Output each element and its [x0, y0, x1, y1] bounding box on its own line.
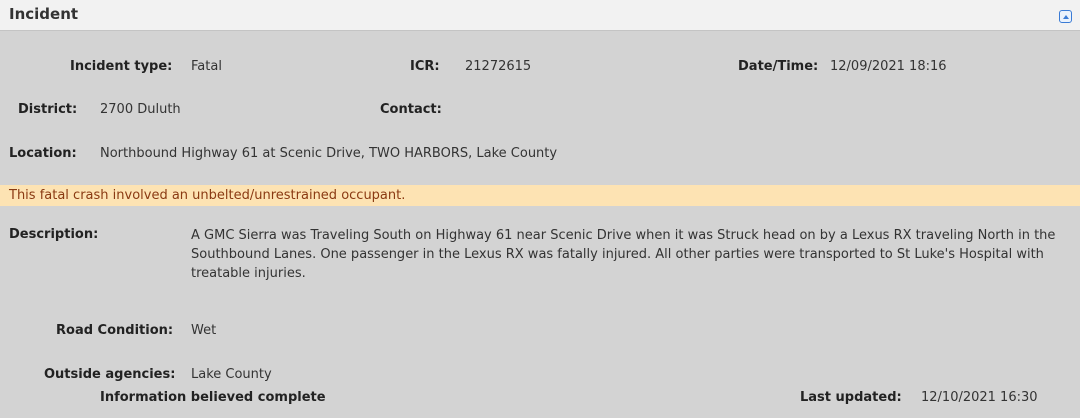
district-value: 2700 Duluth [100, 102, 181, 117]
district-label: District: [18, 102, 78, 117]
datetime-label: Date/Time: [738, 59, 819, 74]
incident-panel: Incident Incident type: Fatal ICR: 21272… [0, 0, 1080, 418]
road-condition-label: Road Condition: [56, 323, 174, 338]
description-label: Description: [9, 227, 99, 242]
icr-value: 21272615 [465, 59, 532, 74]
chevron-up-icon[interactable] [1059, 10, 1072, 23]
location-value: Northbound Highway 61 at Scenic Drive, T… [100, 146, 558, 161]
incident-type-value: Fatal [191, 59, 222, 74]
panel-header: Incident [0, 0, 1080, 31]
description-value: A GMC Sierra was Traveling South on High… [191, 228, 1056, 281]
road-condition-value: Wet [191, 323, 217, 338]
icr-label: ICR: [410, 59, 440, 74]
outside-agencies-label: Outside agencies: [44, 367, 176, 382]
outside-agencies-value: Lake County [191, 367, 272, 382]
last-updated-label: Last updated: [800, 390, 902, 405]
location-label: Location: [9, 146, 77, 161]
last-updated-value: 12/10/2021 16:30 [921, 390, 1038, 405]
incident-type-label: Incident type: [70, 59, 173, 74]
alert-banner: This fatal crash involved an unbelted/un… [0, 185, 1080, 206]
info-status: Information believed complete [100, 390, 326, 405]
contact-label: Contact: [380, 102, 442, 117]
datetime-value: 12/09/2021 18:16 [830, 59, 947, 74]
panel-title: Incident [9, 5, 79, 23]
